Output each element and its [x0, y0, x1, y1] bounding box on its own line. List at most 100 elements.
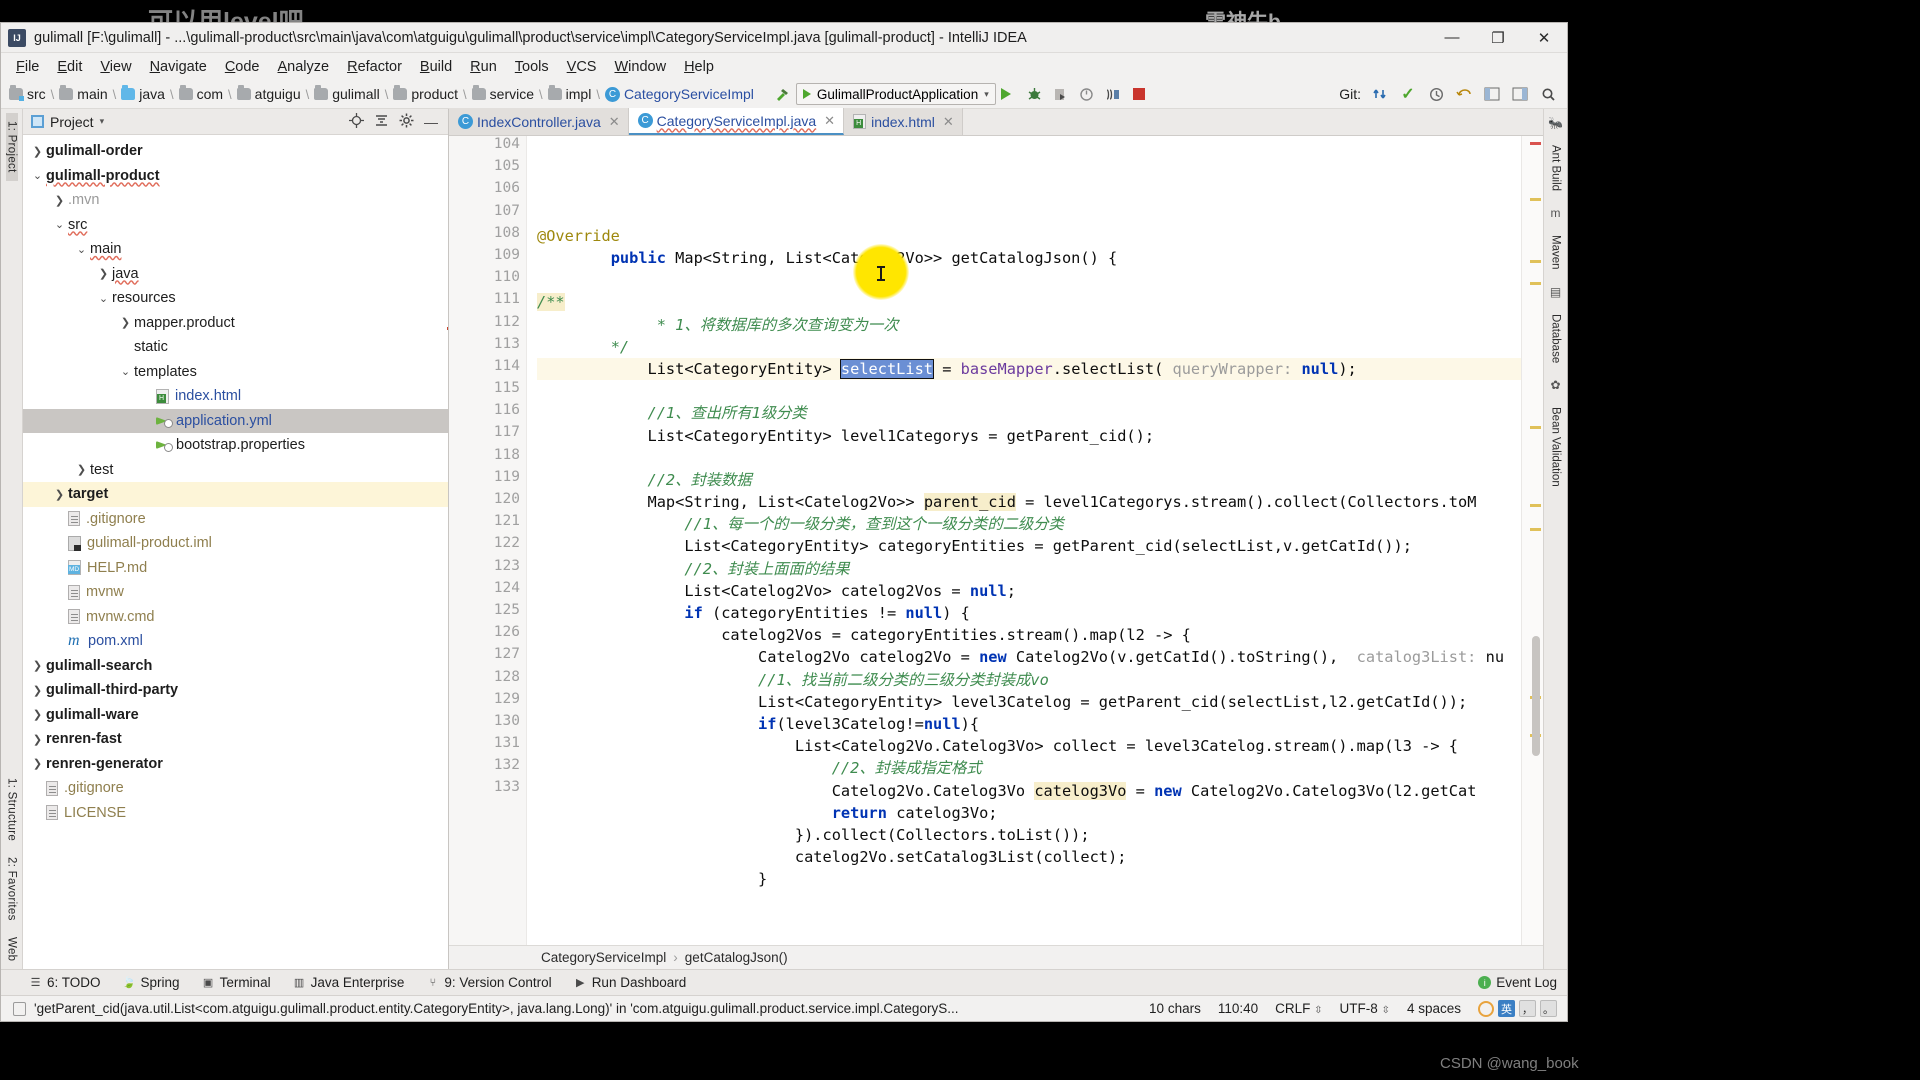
profiler-icon[interactable]	[1074, 82, 1100, 106]
line-number[interactable]: 112	[449, 314, 526, 336]
status-caret[interactable]: 110:40	[1218, 1001, 1258, 1016]
warning-marker[interactable]	[1530, 198, 1541, 201]
code-line[interactable]	[537, 447, 1521, 469]
tree-node-mvn[interactable]: ❯ .mvn	[23, 188, 448, 213]
code-line[interactable]: return catelog3Vo;	[537, 802, 1521, 824]
breadcrumb-method[interactable]: getCatalogJson()	[685, 950, 788, 965]
chevron-right-icon[interactable]: ❯	[29, 733, 46, 746]
tree-node-help-md[interactable]: HELP.md	[23, 556, 448, 581]
marker-scrollbar[interactable]	[1521, 136, 1543, 945]
status-indent[interactable]: 4 spaces	[1407, 1001, 1461, 1016]
chevron-down-icon[interactable]: ⌄	[51, 218, 68, 231]
tree-node-templates[interactable]: ⌄ templates	[23, 360, 448, 385]
tree-node-renren-fast[interactable]: ❯ renren-fast	[23, 727, 448, 752]
message-icon[interactable]	[13, 1001, 26, 1016]
tree-node-target[interactable]: ❯ target	[23, 482, 448, 507]
tree-node-mvnw[interactable]: mvnw	[23, 580, 448, 605]
chevron-down-icon[interactable]: ⌄	[95, 292, 112, 305]
code-line[interactable]: List<CategoryEntity> categoryEntities = …	[537, 535, 1521, 557]
line-number[interactable]: 130	[449, 713, 526, 735]
tree-node-mvnw-cmd[interactable]: mvnw.cmd	[23, 605, 448, 630]
settings-gear-icon[interactable]	[399, 113, 414, 131]
hide-panel-icon[interactable]: —	[424, 114, 438, 130]
sidebar-item-maven[interactable]: Maven	[1550, 235, 1562, 270]
editor-tab-index-html[interactable]: index.html ✕	[844, 108, 963, 135]
tree-node-main[interactable]: ⌄ main	[23, 237, 448, 262]
line-number[interactable]: 118	[449, 447, 526, 469]
chevron-right-icon[interactable]: ❯	[51, 488, 68, 501]
code-line[interactable]	[537, 269, 1521, 291]
toolwindow-9-version-control[interactable]: ⑂ 9: Version Control	[426, 975, 552, 990]
warning-marker[interactable]	[1530, 528, 1541, 531]
tree-node-gulimall-product-iml[interactable]: gulimall-product.iml	[23, 531, 448, 556]
stop-icon[interactable]	[1126, 82, 1152, 106]
status-line-separator[interactable]: CRLF ⇳	[1275, 1001, 1322, 1016]
sidebar-item-ant-build[interactable]: Ant Build	[1550, 145, 1562, 191]
line-number[interactable]: 129	[449, 691, 526, 713]
toolwindow-6-todo[interactable]: ☰ 6: TODO	[29, 975, 101, 990]
editor-tab-categoryserviceimpl-java[interactable]: C CategoryServiceImpl.java ✕	[628, 108, 845, 135]
tree-node-gulimall-order[interactable]: ❯ gulimall-order	[23, 139, 448, 164]
nav-crumb-gulimall[interactable]: gulimall	[314, 85, 380, 102]
menu-navigate[interactable]: Navigate	[141, 56, 216, 78]
rollback-icon[interactable]	[1451, 82, 1477, 106]
menu-tools[interactable]: Tools	[506, 56, 558, 78]
line-number[interactable]: 107−	[449, 203, 588, 225]
scrollbar-thumb[interactable]	[1532, 636, 1540, 756]
toolwindow-run-dashboard[interactable]: ▶ Run Dashboard	[574, 975, 686, 990]
line-number[interactable]: 132	[449, 757, 526, 779]
code-line[interactable]: /**	[537, 291, 1521, 313]
line-number[interactable]: 115	[449, 380, 526, 402]
menu-vcs[interactable]: VCS	[558, 56, 606, 78]
tree-node-resources[interactable]: ⌄ resources	[23, 286, 448, 311]
code-line[interactable]: public Map<String, List<Catelog2Vo>> get…	[537, 247, 1521, 269]
nav-crumb-product[interactable]: product	[393, 85, 458, 102]
sidebar-item-favorites[interactable]: 2: Favorites	[6, 849, 18, 929]
tree-node-renren-generator[interactable]: ❯ renren-generator	[23, 752, 448, 777]
warning-marker[interactable]	[1530, 282, 1541, 285]
tree-node-gulimall-third-party[interactable]: ❯ gulimall-third-party	[23, 678, 448, 703]
chevron-right-icon[interactable]: ❯	[117, 316, 134, 329]
close-button[interactable]: ✕	[1521, 23, 1567, 53]
nav-crumb-src[interactable]: src	[9, 85, 46, 102]
sidebar-item-web[interactable]: Web	[6, 929, 18, 969]
nav-crumb-service[interactable]: service	[471, 85, 534, 102]
warning-marker[interactable]	[1530, 260, 1541, 263]
code-line[interactable]: List<CategoryEntity> selectList = baseMa…	[537, 357, 1521, 381]
tree-node-application-yml[interactable]: application.yml	[23, 408, 448, 433]
line-number[interactable]: 125	[449, 602, 526, 624]
menu-edit[interactable]: Edit	[48, 56, 91, 78]
line-number[interactable]: 128	[449, 669, 526, 691]
sidebar-item-bean-validation[interactable]: Bean Validation	[1550, 407, 1562, 487]
line-number-gutter[interactable]: 104105I↑−106107−108109−11011111211311411…	[449, 136, 588, 945]
line-number[interactable]: 126	[449, 624, 526, 646]
line-number[interactable]: 114	[449, 358, 526, 380]
nav-crumb-main[interactable]: main	[59, 85, 108, 102]
toolwindow-terminal[interactable]: ▣ Terminal	[202, 975, 271, 990]
history-icon[interactable]	[1423, 82, 1449, 106]
tree-node-pom-xml[interactable]: pom.xml	[23, 629, 448, 654]
code-line[interactable]: Catelog2Vo.Catelog3Vo catelog3Vo = new C…	[537, 780, 1521, 802]
code-line[interactable]: //2、封装成指定格式	[537, 757, 1521, 779]
code-line[interactable]: List<Catelog2Vo.Catelog3Vo> collect = le…	[537, 735, 1521, 757]
editor-tab-indexcontroller-java[interactable]: C IndexController.java ✕	[449, 108, 629, 135]
line-number[interactable]: 108	[449, 225, 526, 247]
nav-crumb-java[interactable]: java	[121, 85, 165, 102]
chevron-right-icon[interactable]: ❯	[29, 757, 46, 770]
code-line[interactable]: List<Catelog2Vo> catelog2Vos = null;	[537, 580, 1521, 602]
update-project-icon[interactable]	[1367, 82, 1393, 106]
menu-view[interactable]: View	[91, 56, 140, 78]
chevron-down-icon[interactable]: ⌄	[29, 169, 46, 182]
code-line[interactable]: //2、封装数据	[537, 469, 1521, 491]
run-icon[interactable]	[996, 82, 1022, 106]
chevron-right-icon[interactable]: ❯	[29, 684, 46, 697]
project-tree[interactable]: ❯ gulimall-order ⌄ gulimall-product ❯ .mvn ⌄ sr…	[23, 135, 448, 969]
menu-run[interactable]: Run	[461, 56, 506, 78]
line-number[interactable]: 104	[449, 136, 526, 158]
sidebar-item-project[interactable]: 1: Project	[5, 113, 18, 181]
nav-crumb-categoryserviceimpl[interactable]: C CategoryServiceImpl	[604, 86, 754, 102]
menu-file[interactable]: File	[7, 56, 48, 78]
code-line[interactable]: //2、封装上面面的结果	[537, 558, 1521, 580]
chevron-right-icon[interactable]: ❯	[73, 463, 90, 476]
breadcrumb-class[interactable]: CategoryServiceImpl	[541, 950, 666, 965]
